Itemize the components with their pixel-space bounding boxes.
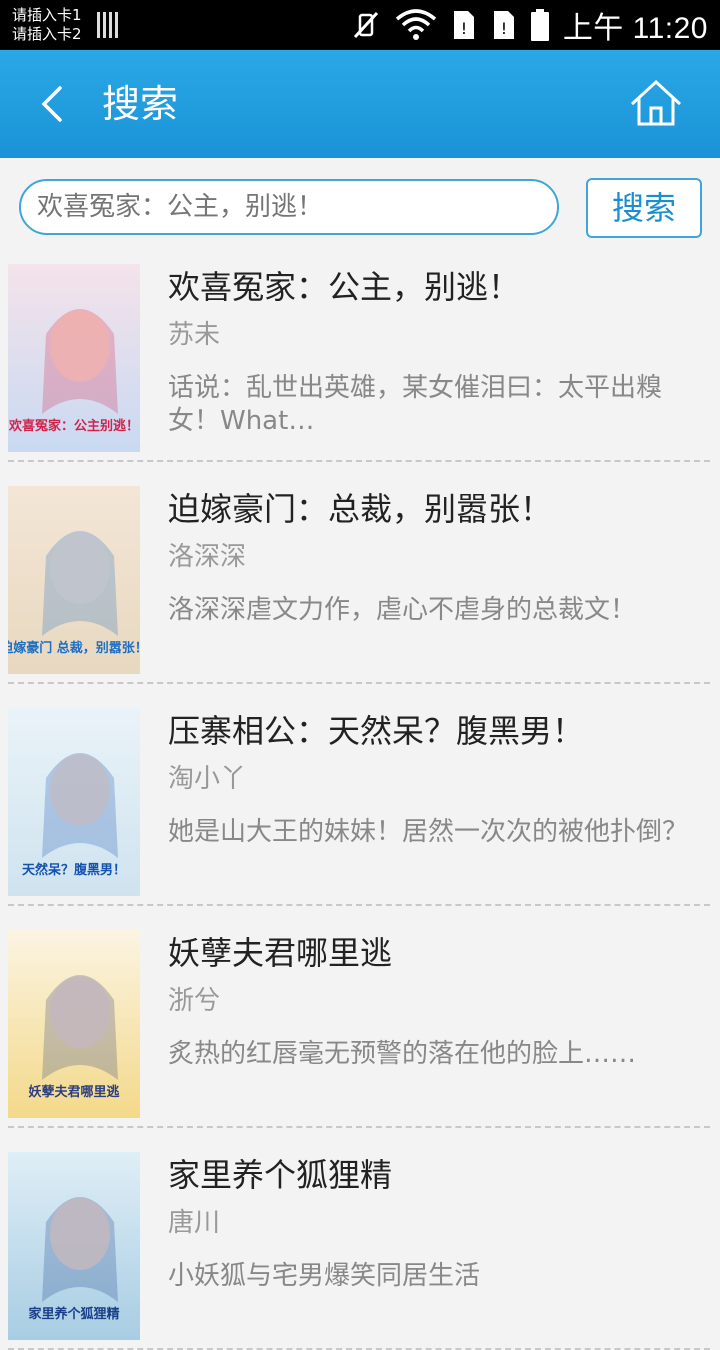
search-input[interactable] <box>19 179 559 235</box>
list-item[interactable]: 家里养个狐狸精 家里养个狐狸精 唐川 小妖狐与宅男爆笑同居生活 <box>0 1128 720 1350</box>
result-list: 欢喜冤家：公主别逃！ 欢喜冤家：公主，别逃！ 苏未话说：乱世出英雄，某女催泪曰：太平… <box>0 240 720 1350</box>
book-cover[interactable]: 妖孽夫君哪里逃 <box>8 930 140 1118</box>
book-author: 唐川 <box>168 1208 221 1238</box>
vibrate-off-icon <box>353 11 378 39</box>
signal-bars-icon <box>97 12 118 38</box>
book-description: 话说：乱世出英雄，某女催泪曰：太平出糗女！What… <box>168 373 663 436</box>
sim1-label: 请插入卡1 <box>12 6 82 24</box>
book-author: 洛深深 <box>168 542 247 572</box>
book-description: 她是山大王的妹妹！居然一次次的被他扑倒？ <box>168 817 689 847</box>
wifi-icon <box>395 9 436 40</box>
book-title: 欢喜冤家：公主，别逃！ <box>168 268 521 306</box>
book-author: 苏未 <box>168 320 221 350</box>
page-title: 搜索 <box>102 82 179 126</box>
book-author: 淘小丫 <box>168 764 247 794</box>
book-cover[interactable]: 天然呆？腹黑男！ <box>8 708 140 896</box>
list-item[interactable]: 妖孽夫君哪里逃 妖孽夫君哪里逃 浙兮 炙热的红唇毫无预警的落在他的脸上…… <box>0 906 720 1128</box>
cover-title-text: 迫嫁豪门 总裁，别嚣张！ <box>8 640 140 656</box>
svg-text:!: ! <box>501 19 507 38</box>
book-title: 家里养个狐狸精 <box>168 1156 393 1194</box>
sim-status: 请插入卡1 请插入卡2 <box>12 6 82 44</box>
cover-title-text: 欢喜冤家：公主别逃！ <box>8 418 139 434</box>
book-cover[interactable]: 欢喜冤家：公主别逃！ <box>8 264 140 452</box>
home-button[interactable] <box>628 78 684 130</box>
status-bar: 请插入卡1 请插入卡2 ! ! 上午 11:20 <box>0 0 720 50</box>
battery-icon <box>530 9 549 41</box>
book-description: 洛深深虐文力作，虐心不虐身的总裁文！ <box>168 595 637 625</box>
book-title: 压寨相公：天然呆？腹黑男！ <box>168 712 585 750</box>
sim-card-2-icon: ! <box>493 11 514 39</box>
sim2-label: 请插入卡2 <box>12 25 82 43</box>
book-cover[interactable]: 家里养个狐狸精 <box>8 1152 140 1340</box>
book-title: 迫嫁豪门：总裁，别嚣张！ <box>168 490 553 528</box>
clock: 上午 11:20 <box>562 12 708 45</box>
list-item[interactable]: 欢喜冤家：公主别逃！ 欢喜冤家：公主，别逃！ 苏未话说：乱世出英雄，某女催泪曰：太平… <box>0 240 720 462</box>
book-description: 炙热的红唇毫无预警的落在他的脸上…… <box>168 1039 637 1069</box>
book-author: 浙兮 <box>168 986 221 1016</box>
app-header: 搜索 <box>0 50 720 158</box>
list-item[interactable]: 迫嫁豪门 总裁，别嚣张！ 迫嫁豪门：总裁，别嚣张！ 洛深深洛深深虐文力作，虐心不虐身… <box>0 462 720 684</box>
sim-card-1-icon: ! <box>453 11 474 39</box>
cover-title-text: 天然呆？腹黑男！ <box>22 862 126 878</box>
back-button[interactable] <box>34 82 74 126</box>
svg-text:!: ! <box>461 19 467 38</box>
list-item[interactable]: 天然呆？腹黑男！ 压寨相公：天然呆？腹黑男！ 淘小丫她是山大王的妹妹！居然一次次的被… <box>0 684 720 906</box>
book-description: 小妖狐与宅男爆笑同居生活 <box>168 1261 481 1291</box>
cover-title-text: 家里养个狐狸精 <box>28 1306 119 1322</box>
book-cover[interactable]: 迫嫁豪门 总裁，别嚣张！ <box>8 486 140 674</box>
search-button[interactable]: 搜索 <box>586 178 702 238</box>
book-title: 妖孽夫君哪里逃 <box>168 934 393 972</box>
cover-title-text: 妖孽夫君哪里逃 <box>28 1084 120 1100</box>
